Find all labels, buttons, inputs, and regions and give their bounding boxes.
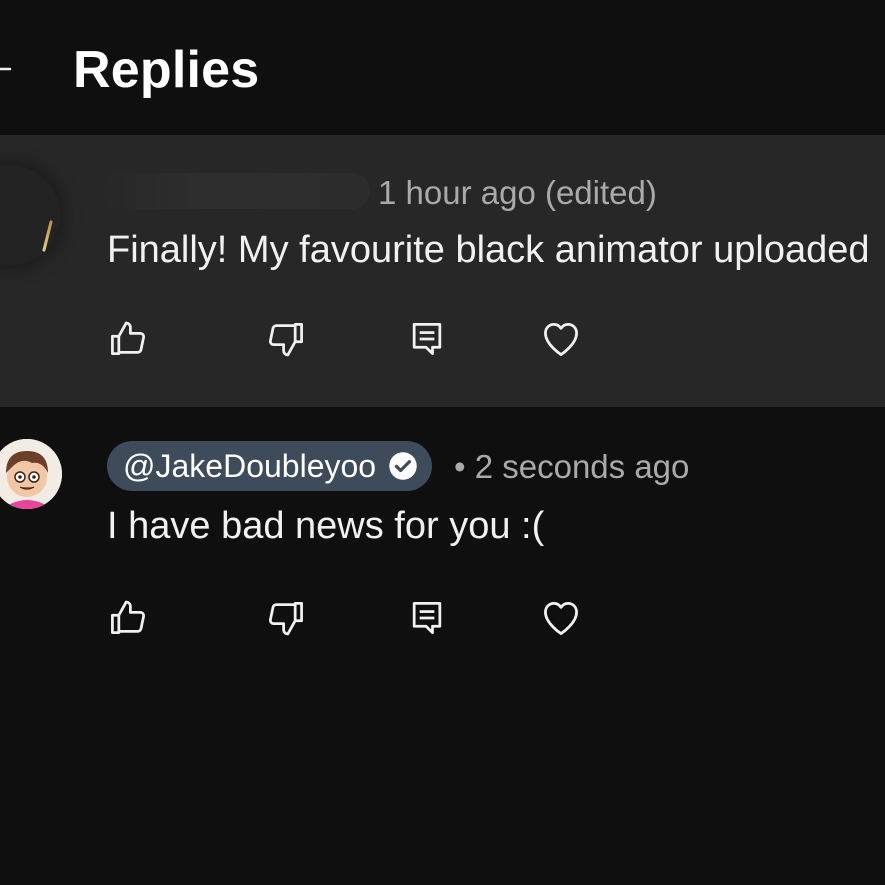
reply-button[interactable] [403,315,451,363]
heart-button[interactable] [537,315,585,363]
avatar[interactable] [0,439,62,509]
author-chip[interactable]: @JakeDoubleyoo [107,441,433,491]
heart-button[interactable] [537,594,585,642]
comment-actions [0,594,885,644]
like-button[interactable] [104,315,152,363]
dislike-button[interactable] [262,315,310,363]
arrow-left-icon[interactable] [0,60,12,78]
author-name-blurred [100,173,370,209]
comment-text: I have bad news for you :( [107,505,545,547]
dislike-button[interactable] [262,594,310,642]
verified-check-icon [389,452,417,480]
page-title: Replies [73,41,260,99]
thumb-down-icon [268,322,303,357]
heart-icon [544,322,578,356]
heart-icon [544,601,578,635]
cartoon-avatar-icon [0,439,62,509]
reply-icon [412,322,442,356]
avatar[interactable] [0,165,60,265]
comment-actions [0,315,885,365]
thumb-down-icon [268,601,303,636]
reply-comment: @JakeDoubleyoo • 2 seconds ago I have ba… [0,407,885,707]
reply-icon [412,601,442,635]
comment-text: Finally! My favourite black animator upl… [107,229,870,271]
parent-comment: 1 hour ago (edited) Finally! My favourit… [0,135,885,407]
comment-timestamp: 1 hour ago (edited) [378,174,657,211]
comment-timestamp: • 2 seconds ago [454,448,690,485]
avatar-detail [42,220,53,252]
author-name: @JakeDoubleyoo [123,448,377,484]
like-button[interactable] [104,594,152,642]
thumb-up-icon [111,321,146,356]
replies-screen: Replies 1 hour ago (edited) Finally! My … [0,0,885,885]
thumb-up-icon [111,600,146,635]
reply-button[interactable] [403,594,451,642]
replies-header: Replies [0,0,885,135]
